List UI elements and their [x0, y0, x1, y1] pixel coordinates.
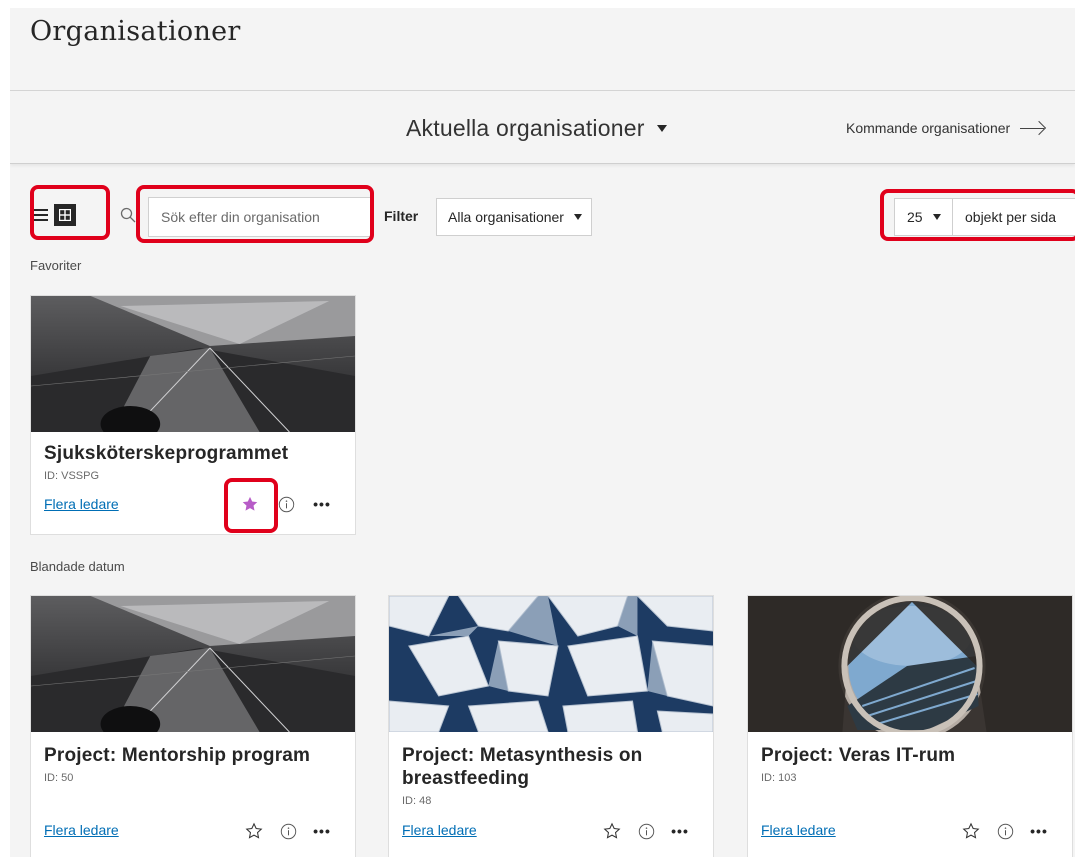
term-navigation: Aktuella organisationer Kommande organis… — [10, 90, 1075, 164]
card-actions: ••• — [601, 820, 691, 842]
card-image — [31, 596, 355, 732]
card-title[interactable]: Project: Metasynthesis on breastfeeding — [402, 744, 642, 790]
per-page-select[interactable]: 25 — [895, 199, 953, 235]
card-title-line: breastfeeding — [402, 768, 530, 789]
per-page-value: 25 — [907, 209, 923, 225]
current-organizations-dropdown[interactable]: Aktuella organisationer — [406, 115, 667, 142]
info-icon[interactable] — [277, 820, 299, 842]
list-view-icon[interactable] — [34, 209, 48, 221]
card-id: ID: 48 — [402, 795, 432, 807]
instructors-link[interactable]: Flera ledare — [402, 822, 477, 838]
info-icon[interactable] — [635, 820, 657, 842]
filter-label: Filter — [384, 208, 419, 224]
card-title[interactable]: Project: Veras IT-rum — [761, 744, 955, 767]
organization-card[interactable]: Sjuksköterskeprogrammet ID: VSSPG Flera … — [30, 295, 356, 535]
filter-value: Alla organisationer — [448, 209, 564, 225]
card-title-line: Project: Metasynthesis on — [402, 745, 643, 766]
star-outline-icon[interactable] — [601, 820, 623, 842]
upcoming-organizations-label: Kommande organisationer — [846, 120, 1011, 136]
current-organizations-label: Aktuella organisationer — [406, 115, 645, 141]
card-id: ID: VSSPG — [44, 470, 100, 482]
favorite-star-icon[interactable] — [239, 493, 261, 515]
card-actions: ••• — [960, 820, 1050, 842]
favorites-heading: Favoriter — [30, 258, 82, 273]
more-options-icon[interactable]: ••• — [669, 820, 691, 842]
info-icon[interactable] — [275, 493, 297, 515]
caret-down-icon — [656, 125, 667, 132]
more-options-icon[interactable]: ••• — [1028, 820, 1050, 842]
card-actions: ••• — [239, 493, 333, 515]
card-title[interactable]: Sjuksköterskeprogrammet — [44, 442, 288, 465]
info-icon[interactable] — [994, 820, 1016, 842]
card-id: ID: 103 — [761, 772, 797, 784]
page: Organisationer Aktuella organisationer K… — [10, 8, 1075, 857]
instructors-link[interactable]: Flera ledare — [44, 822, 119, 838]
card-id: ID: 50 — [44, 772, 74, 784]
instructors-link[interactable]: Flera ledare — [44, 496, 119, 512]
search-input[interactable] — [148, 197, 372, 237]
search-icon — [120, 207, 136, 223]
card-image — [748, 596, 1072, 732]
organization-card[interactable]: Project: Veras IT-rum ID: 103 Flera leda… — [747, 595, 1073, 857]
instructors-link[interactable]: Flera ledare — [761, 822, 836, 838]
mixed-dates-heading: Blandade datum — [30, 559, 125, 574]
card-actions: ••• — [243, 820, 333, 842]
organization-card[interactable]: Project: Mentorship program ID: 50 Flera… — [30, 595, 356, 857]
grid-view-icon[interactable] — [54, 204, 76, 226]
card-image — [31, 296, 355, 432]
organization-card[interactable]: Project: Metasynthesis on breastfeeding … — [388, 595, 714, 857]
star-outline-icon[interactable] — [243, 820, 265, 842]
card-title[interactable]: Project: Mentorship program — [44, 744, 310, 767]
page-title: Organisationer — [30, 16, 241, 47]
more-options-icon[interactable]: ••• — [311, 820, 333, 842]
more-options-icon[interactable]: ••• — [311, 493, 333, 515]
filter-select[interactable]: Alla organisationer — [436, 198, 592, 236]
view-toggle — [34, 204, 76, 226]
per-page-control: 25 objekt per sida — [894, 198, 1075, 236]
caret-down-icon — [573, 214, 582, 220]
per-page-label: objekt per sida — [965, 209, 1057, 225]
upcoming-organizations-link[interactable]: Kommande organisationer — [846, 120, 1046, 136]
arrow-right-icon — [1020, 121, 1046, 135]
card-image — [389, 596, 713, 732]
caret-down-icon — [932, 214, 941, 220]
star-outline-icon[interactable] — [960, 820, 982, 842]
